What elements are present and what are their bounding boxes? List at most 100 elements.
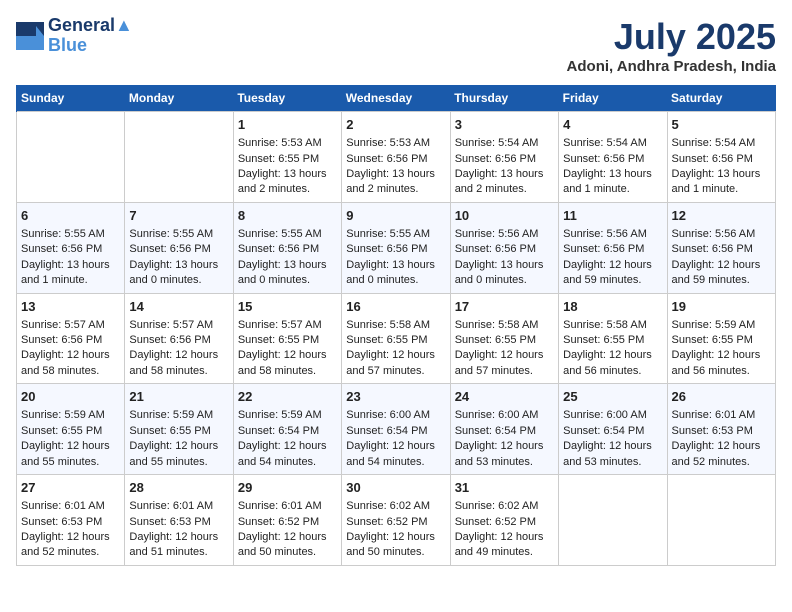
day-info: Sunset: 6:53 PM [129,515,228,530]
header-row: SundayMondayTuesdayWednesdayThursdayFrid… [17,85,776,112]
day-info: Sunset: 6:55 PM [21,424,120,439]
day-info: Sunrise: 5:57 AM [238,318,337,333]
day-info: Daylight: 12 hours and 58 minutes. [21,348,120,379]
day-info: Sunrise: 5:59 AM [672,318,771,333]
calendar-cell: 4Sunrise: 5:54 AMSunset: 6:56 PMDaylight… [559,112,667,203]
day-info: Daylight: 13 hours and 0 minutes. [346,258,445,289]
day-info: Daylight: 12 hours and 53 minutes. [563,439,662,470]
day-info: Daylight: 12 hours and 57 minutes. [346,348,445,379]
day-info: Sunrise: 5:55 AM [346,227,445,242]
day-info: Daylight: 12 hours and 59 minutes. [672,258,771,289]
week-row-3: 13Sunrise: 5:57 AMSunset: 6:56 PMDayligh… [17,293,776,384]
day-info: Daylight: 12 hours and 50 minutes. [238,530,337,561]
col-header-friday: Friday [559,85,667,112]
day-info: Sunset: 6:54 PM [346,424,445,439]
day-info: Daylight: 12 hours and 54 minutes. [346,439,445,470]
calendar-cell: 30Sunrise: 6:02 AMSunset: 6:52 PMDayligh… [342,475,450,566]
day-info: Daylight: 13 hours and 2 minutes. [455,167,554,198]
day-info: Sunrise: 5:59 AM [21,408,120,423]
day-info: Daylight: 12 hours and 57 minutes. [455,348,554,379]
col-header-sunday: Sunday [17,85,125,112]
day-number: 14 [129,298,228,316]
calendar-cell: 23Sunrise: 6:00 AMSunset: 6:54 PMDayligh… [342,384,450,475]
day-info: Sunrise: 6:00 AM [346,408,445,423]
day-info: Daylight: 13 hours and 2 minutes. [346,167,445,198]
day-info: Sunrise: 6:01 AM [129,499,228,514]
day-number: 2 [346,116,445,134]
calendar-cell: 18Sunrise: 5:58 AMSunset: 6:55 PMDayligh… [559,293,667,384]
day-number: 25 [563,388,662,406]
calendar-cell: 22Sunrise: 5:59 AMSunset: 6:54 PMDayligh… [233,384,341,475]
day-number: 19 [672,298,771,316]
day-number: 30 [346,479,445,497]
day-number: 15 [238,298,337,316]
day-info: Sunrise: 5:55 AM [129,227,228,242]
day-info: Sunrise: 5:53 AM [238,136,337,151]
day-info: Sunrise: 6:01 AM [672,408,771,423]
day-info: Daylight: 13 hours and 1 minute. [21,258,120,289]
day-number: 20 [21,388,120,406]
day-info: Sunrise: 5:54 AM [672,136,771,151]
day-info: Sunrise: 6:00 AM [455,408,554,423]
calendar-cell: 10Sunrise: 5:56 AMSunset: 6:56 PMDayligh… [450,202,558,293]
week-row-4: 20Sunrise: 5:59 AMSunset: 6:55 PMDayligh… [17,384,776,475]
day-info: Daylight: 13 hours and 2 minutes. [238,167,337,198]
day-number: 8 [238,207,337,225]
day-info: Daylight: 12 hours and 50 minutes. [346,530,445,561]
day-info: Sunrise: 5:56 AM [563,227,662,242]
calendar-cell: 3Sunrise: 5:54 AMSunset: 6:56 PMDaylight… [450,112,558,203]
calendar-cell: 7 Sunrise: 5:55 AMSunset: 6:56 PMDaylight… [125,202,233,293]
day-info: Sunset: 6:53 PM [672,424,771,439]
day-info: Sunrise: 5:54 AM [455,136,554,151]
day-number: 22 [238,388,337,406]
calendar-table: SundayMondayTuesdayWednesdayThursdayFrid… [16,85,776,566]
logo: General▲ Blue [16,16,133,56]
day-info: Sunrise: 5:57 AM [129,318,228,333]
day-number: 6 [21,207,120,225]
day-number: 31 [455,479,554,497]
calendar-cell: 11Sunrise: 5:56 AMSunset: 6:56 PMDayligh… [559,202,667,293]
day-number: 7 [129,207,228,225]
day-info: Sunrise: 5:58 AM [346,318,445,333]
day-number: 21 [129,388,228,406]
day-info: Daylight: 12 hours and 54 minutes. [238,439,337,470]
day-info: Sunset: 6:55 PM [129,424,228,439]
col-header-saturday: Saturday [667,85,775,112]
calendar-cell [17,112,125,203]
day-number: 1 [238,116,337,134]
day-info: Sunrise: 5:54 AM [563,136,662,151]
calendar-cell: 17Sunrise: 5:58 AMSunset: 6:55 PMDayligh… [450,293,558,384]
day-number: 26 [672,388,771,406]
day-info: Daylight: 12 hours and 55 minutes. [129,439,228,470]
day-number: 12 [672,207,771,225]
day-number: 28 [129,479,228,497]
day-info: Sunset: 6:56 PM [129,242,228,257]
day-info: Sunset: 6:52 PM [455,515,554,530]
day-info: Sunset: 6:56 PM [129,333,228,348]
calendar-cell [667,475,775,566]
day-info: Sunset: 6:54 PM [455,424,554,439]
day-number: 5 [672,116,771,134]
logo-text: General▲ Blue [48,16,133,56]
day-number: 16 [346,298,445,316]
calendar-cell: 28Sunrise: 6:01 AMSunset: 6:53 PMDayligh… [125,475,233,566]
day-info: Daylight: 13 hours and 0 minutes. [238,258,337,289]
week-row-5: 27Sunrise: 6:01 AMSunset: 6:53 PMDayligh… [17,475,776,566]
day-info: Sunset: 6:52 PM [238,515,337,530]
day-number: 4 [563,116,662,134]
col-header-wednesday: Wednesday [342,85,450,112]
day-number: 13 [21,298,120,316]
day-info: Daylight: 13 hours and 0 minutes. [455,258,554,289]
day-number: 11 [563,207,662,225]
day-info: Sunset: 6:56 PM [455,152,554,167]
day-info: Sunrise: 5:55 AM [21,227,120,242]
day-info: Daylight: 13 hours and 0 minutes. [129,258,228,289]
calendar-cell: 9Sunrise: 5:55 AMSunset: 6:56 PMDaylight… [342,202,450,293]
calendar-cell: 25Sunrise: 6:00 AMSunset: 6:54 PMDayligh… [559,384,667,475]
logo-icon [16,22,44,50]
day-info: Sunset: 6:56 PM [563,242,662,257]
week-row-2: 6Sunrise: 5:55 AMSunset: 6:56 PMDaylight… [17,202,776,293]
day-info: Sunset: 6:55 PM [455,333,554,348]
day-info: Sunset: 6:55 PM [238,333,337,348]
day-info: Daylight: 12 hours and 56 minutes. [672,348,771,379]
